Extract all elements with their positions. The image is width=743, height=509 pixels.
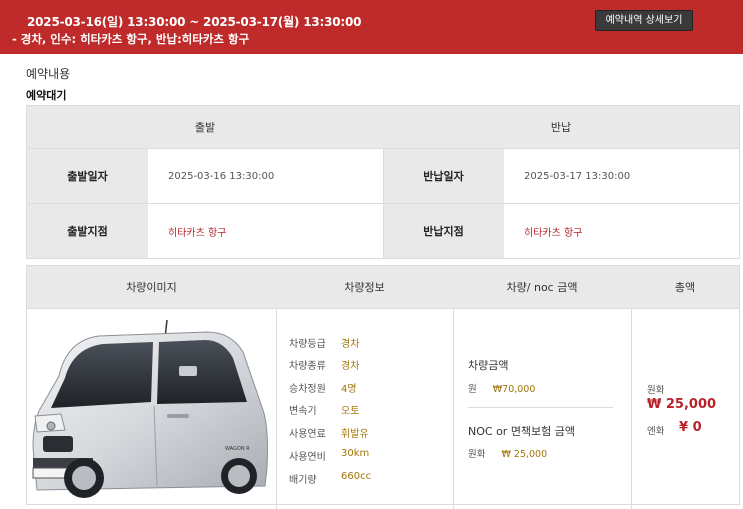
- vehicle-model-badge: WAGON R: [225, 446, 250, 452]
- spec-row: 차량등급 경차: [289, 339, 360, 350]
- reservation-status: 예약대기: [26, 89, 67, 102]
- departure-date-value: 2025-03-16 13:30:00: [168, 170, 275, 182]
- divider: [27, 308, 739, 309]
- departure-place-label: 출발지점: [27, 204, 148, 258]
- return-date-label: 반납일자: [383, 149, 504, 203]
- reservation-route: - 경차, 인수: 히타카츠 항구, 반납:히타카츠 항구: [12, 32, 250, 46]
- noc-price-title: NOC or 면책보험 금액: [468, 425, 576, 438]
- car-price-row: 원 ₩70,000: [468, 384, 536, 395]
- departure-header: 출발: [194, 121, 216, 134]
- return-place-value: 히타카츠 항구: [524, 227, 583, 239]
- departure-date-label: 출발일자: [27, 149, 148, 203]
- section-title: 예약내용: [26, 67, 71, 81]
- divider: [468, 407, 613, 408]
- reservation-banner: 2025-03-16(일) 13:30:00 ~ 2025-03-17(월) 1…: [0, 0, 743, 54]
- divider: [453, 309, 454, 509]
- noc-price-row: 원화 ₩ 25,000: [468, 449, 548, 460]
- return-place-label: 반납지점: [383, 204, 504, 258]
- spec-row: 차량종류 경차: [289, 361, 360, 372]
- total-jpy-amount: ¥ 0: [679, 420, 702, 435]
- spec-row: 사용연비 30km: [289, 448, 370, 463]
- total-krw-label: 원화: [647, 385, 665, 396]
- vehicle-info-header: 차량정보: [344, 281, 385, 294]
- vehicle-image: WAGON R: [32, 319, 268, 498]
- divider: [276, 309, 277, 509]
- vehicle-price-header: 차량/ noc 금액: [506, 281, 578, 294]
- divider: [383, 149, 384, 258]
- schedule-table: 출발 반납 출발일자 2025-03-16 13:30:00 반납일자 2025…: [26, 105, 740, 259]
- spec-row: 승차정원 4명: [289, 384, 357, 395]
- car-price-title: 차량금액: [468, 359, 509, 372]
- total-krw-amount: ₩ 25,000: [647, 397, 717, 412]
- departure-place-value: 히타카츠 항구: [168, 227, 227, 239]
- total-jpy-label: 엔화: [647, 426, 665, 437]
- spec-row: 사용연료 휘발유: [289, 429, 369, 440]
- reservation-detail-button[interactable]: 예약내역 상세보기: [595, 10, 693, 31]
- vehicle-image-header: 차량이미지: [126, 281, 177, 294]
- return-header: 반납: [550, 121, 572, 134]
- spec-row: 변속기 오토: [289, 406, 360, 417]
- spec-row: 배기량 660cc: [289, 471, 372, 486]
- divider: [631, 309, 632, 509]
- total-header: 총액: [674, 281, 696, 294]
- return-date-value: 2025-03-17 13:30:00: [524, 170, 631, 182]
- vehicle-table: 차량이미지 차량정보 차량/ noc 금액 총액 WAGON R 차량등급 경차…: [26, 265, 740, 509]
- reservation-dates: 2025-03-16(일) 13:30:00 ~ 2025-03-17(월) 1…: [27, 15, 362, 29]
